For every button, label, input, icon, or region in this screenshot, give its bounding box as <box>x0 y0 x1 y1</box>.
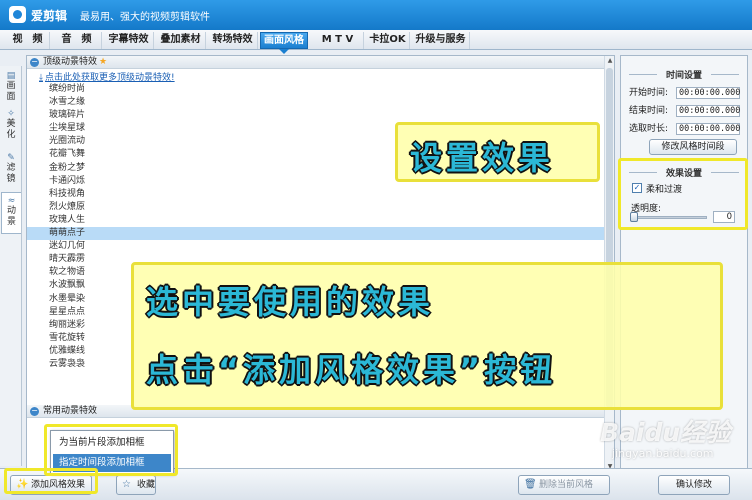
tab-audio[interactable]: 音 频 <box>52 32 102 49</box>
tab-video[interactable]: 视 频 <box>6 32 50 49</box>
favorite-button[interactable]: ☆ 收藏 <box>116 475 156 495</box>
end-time-row: 结束时间: 00:00:00.000 <box>629 105 741 117</box>
tab-subtitle-effects[interactable]: 字幕特效 <box>104 32 154 49</box>
duration-row: 选取时长: 00:00:00.000 <box>629 123 741 135</box>
title-bar: 爱剪辑 最易用、强大的视频剪辑软件 <box>0 0 752 30</box>
time-settings-title: 时间设置 <box>621 68 747 81</box>
effect-settings-highlight-box <box>618 158 748 230</box>
trash-icon: 🗑 <box>524 479 537 490</box>
end-time-input[interactable]: 00:00:00.000 <box>676 105 740 117</box>
duration-input[interactable]: 00:00:00.000 <box>676 123 740 135</box>
effect-list-item[interactable]: 迷幻几何 <box>27 240 605 253</box>
nav-item-filter[interactable]: ✎ 滤镜 <box>1 150 21 192</box>
magic-wand-icon: ✧ <box>7 109 15 119</box>
tab-karaoke[interactable]: 卡拉OK <box>366 32 410 49</box>
nav-item-beautify[interactable]: ✧ 美化 <box>1 106 21 148</box>
collapse-icon[interactable]: − <box>30 407 39 416</box>
pen-icon: ✎ <box>7 153 15 163</box>
main-tab-bar: 视 频 音 频 字幕特效 叠加素材 转场特效 画面风格 M T V 卡拉OK 升… <box>0 30 752 54</box>
scroll-up-icon[interactable]: ▲ <box>606 57 614 65</box>
tab-upgrade-service[interactable]: 升级与服务 <box>412 32 470 49</box>
download-icon: ⤓ <box>39 73 43 83</box>
wave-icon: ≈ <box>7 196 16 206</box>
effect-list-item[interactable]: 冰雪之缘 <box>27 96 605 109</box>
start-time-input[interactable]: 00:00:00.000 <box>676 87 740 99</box>
favorite-icon: ☆ <box>122 479 131 490</box>
add-button-highlight-box <box>4 468 98 494</box>
delete-current-style-button[interactable]: 🗑 删除当前风格 <box>518 475 610 495</box>
effect-list-item[interactable]: 玫瑰人生 <box>27 214 605 227</box>
effect-list-item[interactable]: 烈火燎原 <box>27 201 605 214</box>
effect-list-item[interactable]: 科技视角 <box>27 188 605 201</box>
nav-item-picture[interactable]: ▤ 画面 <box>1 68 21 110</box>
start-time-row: 开始时间: 00:00:00.000 <box>629 87 741 99</box>
app-name: 爱剪辑 <box>31 9 68 23</box>
effect-list-item[interactable]: 萌萌点子 <box>27 227 605 241</box>
style-category-nav: ▤ 画面 ✧ 美化 ✎ 滤镜 ≈ 动景 <box>0 66 22 466</box>
callout-settings: 设置效果 <box>395 122 600 182</box>
baidu-watermark-logo: Baidu经验 <box>600 418 731 447</box>
effect-list-item[interactable]: 玻璃碎片 <box>27 109 605 122</box>
nav-item-dynamic-scene[interactable]: ≈ 动景 <box>1 192 21 234</box>
tab-transition-effects[interactable]: 转场特效 <box>208 32 258 49</box>
download-more-link[interactable]: ⤓ 点击此处获取更多顶级动景特效! <box>39 70 175 83</box>
tab-picture-style[interactable]: 画面风格 <box>260 32 308 54</box>
app-slogan: 最易用、强大的视频剪辑软件 <box>80 12 210 23</box>
callout-instructions: 选中要使用的效果 点击“添加风格效果”按钮 <box>131 262 723 410</box>
modify-style-time-button[interactable]: 修改风格时间段 <box>649 139 737 155</box>
tab-mtv[interactable]: M T V <box>312 32 364 49</box>
collapse-icon[interactable]: − <box>30 58 39 67</box>
star-icon: ★ <box>99 57 108 67</box>
group-header-top-effects[interactable]: − 顶级动景特效 ★ <box>27 56 605 69</box>
app-logo-icon <box>9 6 26 23</box>
baidu-watermark-url: jingyan.baidu.com <box>612 447 714 460</box>
confirm-modify-button[interactable]: 确认修改 <box>658 475 730 495</box>
image-icon: ▤ <box>6 71 16 81</box>
effect-list-item[interactable]: 缤纷时尚 <box>27 83 605 96</box>
tab-overlay-material[interactable]: 叠加素材 <box>156 32 206 49</box>
